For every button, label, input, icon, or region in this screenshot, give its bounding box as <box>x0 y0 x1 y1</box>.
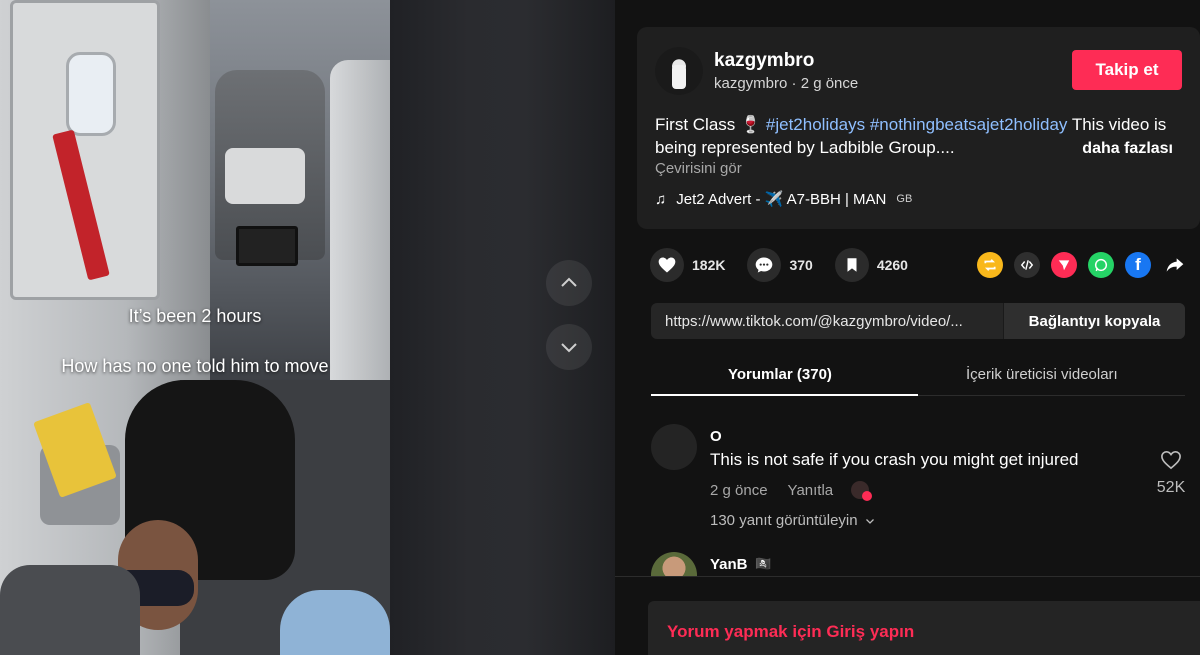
save-count: 4260 <box>876 257 908 273</box>
comment-text: This is not safe if you crash you might … <box>710 450 1079 469</box>
comment-like[interactable]: 52K <box>1151 450 1191 497</box>
comment-tabs: Yorumlar (370) İçerik üreticisi videolar… <box>651 352 1185 396</box>
action-bar: 182K 370 4260 <box>650 248 930 282</box>
embed-icon[interactable] <box>1014 252 1040 278</box>
comment-icon <box>756 257 773 273</box>
music-note-icon: ♫ <box>655 190 667 208</box>
previous-video-button[interactable] <box>546 260 592 306</box>
reply-button[interactable]: Yanıtla <box>788 482 834 499</box>
next-video-button[interactable] <box>546 324 592 370</box>
view-replies-button[interactable]: 130 yanıt görüntüleyin <box>710 512 876 529</box>
repost-icon[interactable] <box>977 252 1003 278</box>
music-title: Jet2 Advert - ✈️ A7-BBH | MAN <box>676 191 887 208</box>
bookmark-icon <box>847 258 857 272</box>
commenter-flag: 🏴‍☠️ <box>755 556 772 571</box>
save-action[interactable]: 4260 <box>834 248 908 282</box>
share-arrow-icon[interactable] <box>1162 252 1188 278</box>
video-scene-window <box>66 52 116 136</box>
active-tab-indicator <box>651 394 918 396</box>
music-suffix: GB <box>896 193 913 205</box>
view-replies-label: 130 yanıt görüntüleyin <box>710 512 858 529</box>
video-caption-line-1: It’s been 2 hours <box>128 306 262 326</box>
facebook-icon[interactable]: f <box>1125 252 1151 278</box>
chevron-down-icon <box>561 343 577 353</box>
tab-creator-videos[interactable]: İçerik üreticisi videoları <box>966 366 1118 383</box>
comment-like-count: 52K <box>1156 479 1186 496</box>
description-hashtags[interactable]: #jet2holidays #nothingbeatsajet2holiday <box>766 115 1068 134</box>
chevron-up-icon <box>561 277 577 287</box>
avatar-figure <box>672 65 686 89</box>
heart-outline-icon <box>1161 450 1181 470</box>
like-count: 182K <box>692 257 726 273</box>
commenter-name[interactable]: YanB <box>710 556 748 573</box>
comment-action[interactable]: 370 <box>747 248 813 282</box>
details-panel: kazgymbro kazgymbro · 2 g önce Takip et … <box>615 0 1200 655</box>
description-prefix: First Class 🍷 <box>655 115 766 134</box>
more-button[interactable]: daha fazlası <box>1082 137 1173 160</box>
send-icon[interactable] <box>1051 252 1077 278</box>
comment-item: YanB 🏴‍☠️ <box>651 550 1191 576</box>
creator-liked-badge <box>851 481 873 501</box>
video-caption-line-2: How has no one told him to move <box>61 356 329 376</box>
comment-input-divider <box>615 576 1200 577</box>
video-info-card: kazgymbro kazgymbro · 2 g önce Takip et … <box>637 27 1200 229</box>
save-button[interactable] <box>834 248 869 282</box>
commenter-name[interactable]: O <box>710 428 722 445</box>
video-player[interactable]: It’s been 2 hours How has no one told hi… <box>0 0 390 655</box>
video-scene-seat-pocket <box>225 148 305 204</box>
creator-heart-icon <box>862 491 873 501</box>
video-description: First Class 🍷 #jet2holidays #nothingbeat… <box>655 113 1185 159</box>
like-action[interactable]: 182K <box>650 248 725 282</box>
comment-login-box[interactable]: Yorum yapmak için Giriş yapın <box>648 601 1200 655</box>
author-subtitle: kazgymbro · 2 g önce <box>714 75 859 92</box>
comment-count: 370 <box>789 257 813 273</box>
author-username[interactable]: kazgymbro <box>714 50 814 72</box>
follow-button[interactable]: Takip et <box>1072 50 1182 90</box>
share-link-row: https://www.tiktok.com/@kazgymbro/video/… <box>651 303 1185 339</box>
video-scene-armrest <box>0 565 140 655</box>
video-scene-knee <box>280 590 390 655</box>
author-avatar[interactable] <box>655 47 703 95</box>
heart-icon <box>658 257 676 273</box>
chevron-down-icon <box>865 518 874 524</box>
music-link[interactable]: ♫ Jet2 Advert - ✈️ A7-BBH | MAN GB <box>655 190 913 209</box>
share-link-url[interactable]: https://www.tiktok.com/@kazgymbro/video/… <box>665 313 1005 330</box>
like-button[interactable] <box>650 248 684 282</box>
copy-link-button[interactable]: Bağlantıyı kopyala <box>1003 303 1185 339</box>
whatsapp-icon[interactable] <box>1088 252 1114 278</box>
see-translation-link[interactable]: Çevirisini gör <box>655 160 742 177</box>
commenter-avatar[interactable] <box>651 552 697 576</box>
login-to-comment-link[interactable]: Yorum yapmak için Giriş yapın <box>667 622 914 642</box>
video-scene-right-wall <box>330 60 390 400</box>
comment-button[interactable] <box>747 248 782 282</box>
commenter-avatar[interactable] <box>651 424 697 470</box>
share-buttons: f <box>977 252 1188 278</box>
comment-meta: 2 g önce Yanıtla <box>710 481 873 501</box>
comment-time: 2 g önce <box>710 481 768 499</box>
tiktok-video-page: It’s been 2 hours How has no one told hi… <box>0 0 1200 655</box>
video-scene-screen <box>236 226 298 266</box>
tab-comments[interactable]: Yorumlar (370) <box>728 366 832 383</box>
